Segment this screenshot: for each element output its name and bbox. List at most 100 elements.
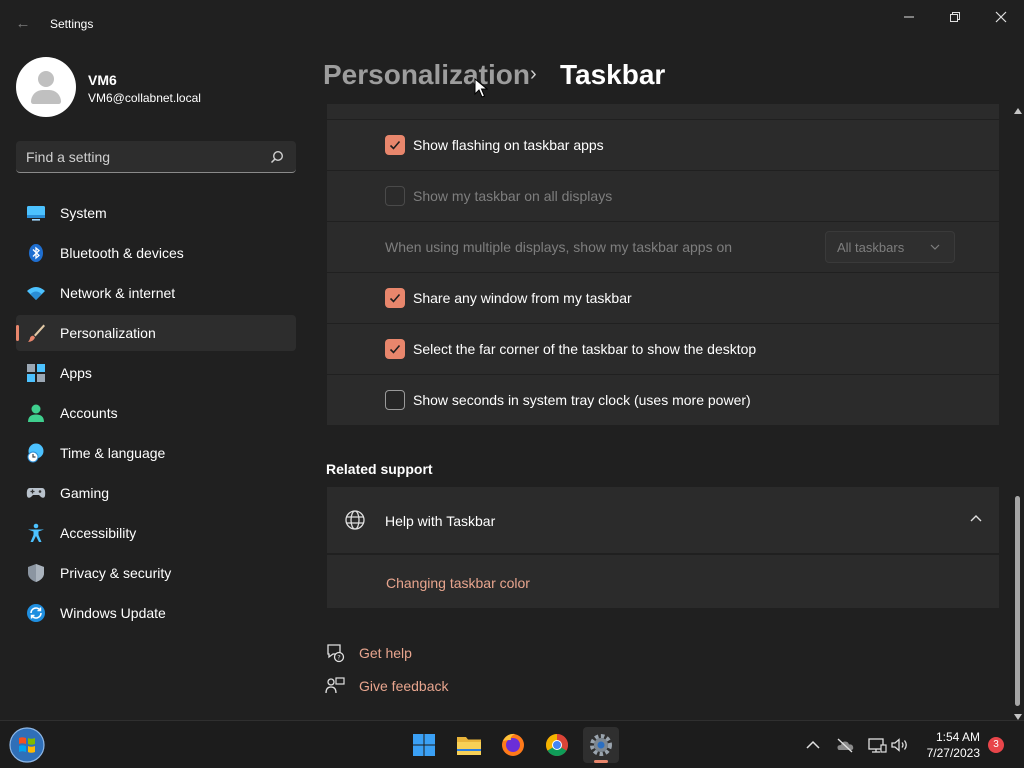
user-email: VM6@collabnet.local	[88, 91, 201, 105]
apps-icon	[27, 364, 45, 382]
setting-row-share-window[interactable]: Share any window from my taskbar	[327, 273, 999, 323]
windows-start-orb-icon	[9, 727, 45, 763]
accessibility-icon	[28, 523, 44, 542]
sidebar-item-gaming[interactable]: Gaming	[16, 475, 296, 511]
multi-display-dropdown: All taskbars	[825, 231, 955, 263]
notification-badge[interactable]: 3	[988, 737, 1004, 753]
search-icon[interactable]	[270, 150, 284, 164]
avatar-body	[31, 90, 61, 104]
taskbar-settings[interactable]	[583, 727, 619, 763]
sidebar-item-label: Apps	[60, 365, 92, 381]
checkmark-icon	[389, 293, 401, 303]
feedback-icon	[325, 677, 345, 694]
gamepad-icon	[26, 488, 46, 498]
chevron-up-icon[interactable]	[970, 514, 982, 524]
scrollbar-thumb[interactable]	[1015, 496, 1020, 706]
show-hidden-icons-chevron-icon[interactable]	[803, 735, 823, 755]
back-arrow-icon: ←	[15, 15, 31, 32]
setting-row-far-corner[interactable]: Select the far corner of the taskbar to …	[327, 324, 999, 374]
sidebar-item-label: Privacy & security	[60, 565, 172, 581]
checkmark-icon	[389, 344, 401, 354]
restore-icon	[950, 12, 960, 22]
sidebar-item-bluetooth[interactable]: Bluetooth & devices	[16, 235, 296, 271]
maximize-button[interactable]	[932, 6, 978, 28]
update-icon	[27, 604, 45, 622]
back-button[interactable]: ←	[10, 12, 36, 36]
setting-label: Show seconds in system tray clock (uses …	[413, 392, 751, 408]
avatar-head	[38, 71, 54, 87]
close-button[interactable]	[978, 6, 1024, 28]
checkmark-icon	[389, 140, 401, 150]
person-icon	[28, 404, 44, 422]
dropdown-value: All taskbars	[837, 240, 905, 255]
minimize-icon	[904, 16, 914, 18]
setting-row-seconds[interactable]: Show seconds in system tray clock (uses …	[327, 375, 999, 425]
active-app-indicator	[594, 760, 608, 763]
scrollbar[interactable]	[1012, 108, 1024, 720]
monitor-icon	[27, 206, 45, 221]
sidebar-item-label: Personalization	[60, 325, 156, 341]
seconds-checkbox[interactable]	[385, 390, 405, 410]
far-corner-checkbox[interactable]	[385, 339, 405, 359]
svg-text:?: ?	[337, 654, 340, 662]
avatar[interactable]	[16, 57, 76, 117]
flashing-checkbox[interactable]	[385, 135, 405, 155]
sidebar-item-label: Network & internet	[60, 285, 176, 301]
get-help-label: Get help	[359, 645, 412, 661]
taskbar-chrome[interactable]	[539, 727, 575, 763]
file-explorer-icon	[457, 737, 481, 755]
globe-clock-icon	[27, 443, 44, 463]
sidebar-item-personalization[interactable]: Personalization	[16, 315, 296, 351]
setting-row-flashing[interactable]: Show flashing on taskbar apps	[327, 120, 999, 170]
setting-label: Select the far corner of the taskbar to …	[413, 341, 757, 357]
mouse-cursor-icon	[474, 78, 488, 98]
wifi-icon	[27, 287, 45, 300]
taskbar-start-menu[interactable]	[406, 727, 442, 763]
related-support-heading: Related support	[326, 461, 433, 477]
breadcrumb-separator: ›	[530, 63, 537, 85]
setting-row-multi-display: When using multiple displays, show my ta…	[327, 222, 999, 272]
scroll-up-arrow-icon[interactable]	[1014, 108, 1022, 114]
onedrive-offline-icon[interactable]	[835, 735, 855, 755]
setting-label: Share any window from my taskbar	[413, 290, 632, 306]
all-displays-checkbox	[385, 186, 405, 206]
sidebar-item-system[interactable]: System	[16, 195, 296, 231]
taskbar-firefox[interactable]	[495, 727, 531, 763]
help-card-body: Changing taskbar color	[327, 555, 999, 608]
clock-time[interactable]: 1:54 AM	[920, 730, 980, 744]
globe-icon	[345, 510, 365, 530]
title-bar: ← Settings	[0, 0, 1024, 48]
taskbar-file-explorer[interactable]	[451, 727, 487, 763]
page-title: Taskbar	[560, 59, 666, 90]
breadcrumb-parent[interactable]: Personalization	[323, 59, 530, 91]
settings-gear-icon	[590, 734, 612, 756]
windows-start-icon	[413, 734, 435, 756]
search-box[interactable]	[16, 141, 296, 173]
help-with-taskbar-header[interactable]: Help with Taskbar	[327, 487, 999, 553]
sidebar-nav: System Bluetooth & devices Network & int…	[16, 195, 296, 635]
sidebar-item-network[interactable]: Network & internet	[16, 275, 296, 311]
start-button[interactable]	[9, 727, 45, 763]
app-title: Settings	[50, 17, 94, 31]
setting-label: Show flashing on taskbar apps	[413, 137, 604, 153]
minimize-button[interactable]	[886, 6, 932, 28]
search-input[interactable]	[26, 148, 256, 166]
previous-row-edge	[327, 104, 999, 119]
sidebar-item-privacy[interactable]: Privacy & security	[16, 555, 296, 591]
changing-taskbar-color-link[interactable]: Changing taskbar color	[386, 575, 530, 591]
volume-icon[interactable]	[890, 735, 910, 755]
network-icon[interactable]	[867, 735, 887, 755]
sidebar-item-time-language[interactable]: Time & language	[16, 435, 296, 471]
sidebar-item-accessibility[interactable]: Accessibility	[16, 515, 296, 551]
sidebar-item-windows-update[interactable]: Windows Update	[16, 595, 296, 631]
sidebar-item-accounts[interactable]: Accounts	[16, 395, 296, 431]
share-window-checkbox[interactable]	[385, 288, 405, 308]
sidebar-item-apps[interactable]: Apps	[16, 355, 296, 391]
bluetooth-icon	[29, 244, 43, 262]
close-icon	[995, 11, 1007, 23]
user-name: VM6	[88, 72, 117, 88]
firefox-icon	[502, 733, 524, 756]
help-chat-icon: ?	[327, 644, 345, 663]
sidebar-item-label: Bluetooth & devices	[60, 245, 184, 261]
clock-date[interactable]: 7/27/2023	[914, 746, 980, 760]
